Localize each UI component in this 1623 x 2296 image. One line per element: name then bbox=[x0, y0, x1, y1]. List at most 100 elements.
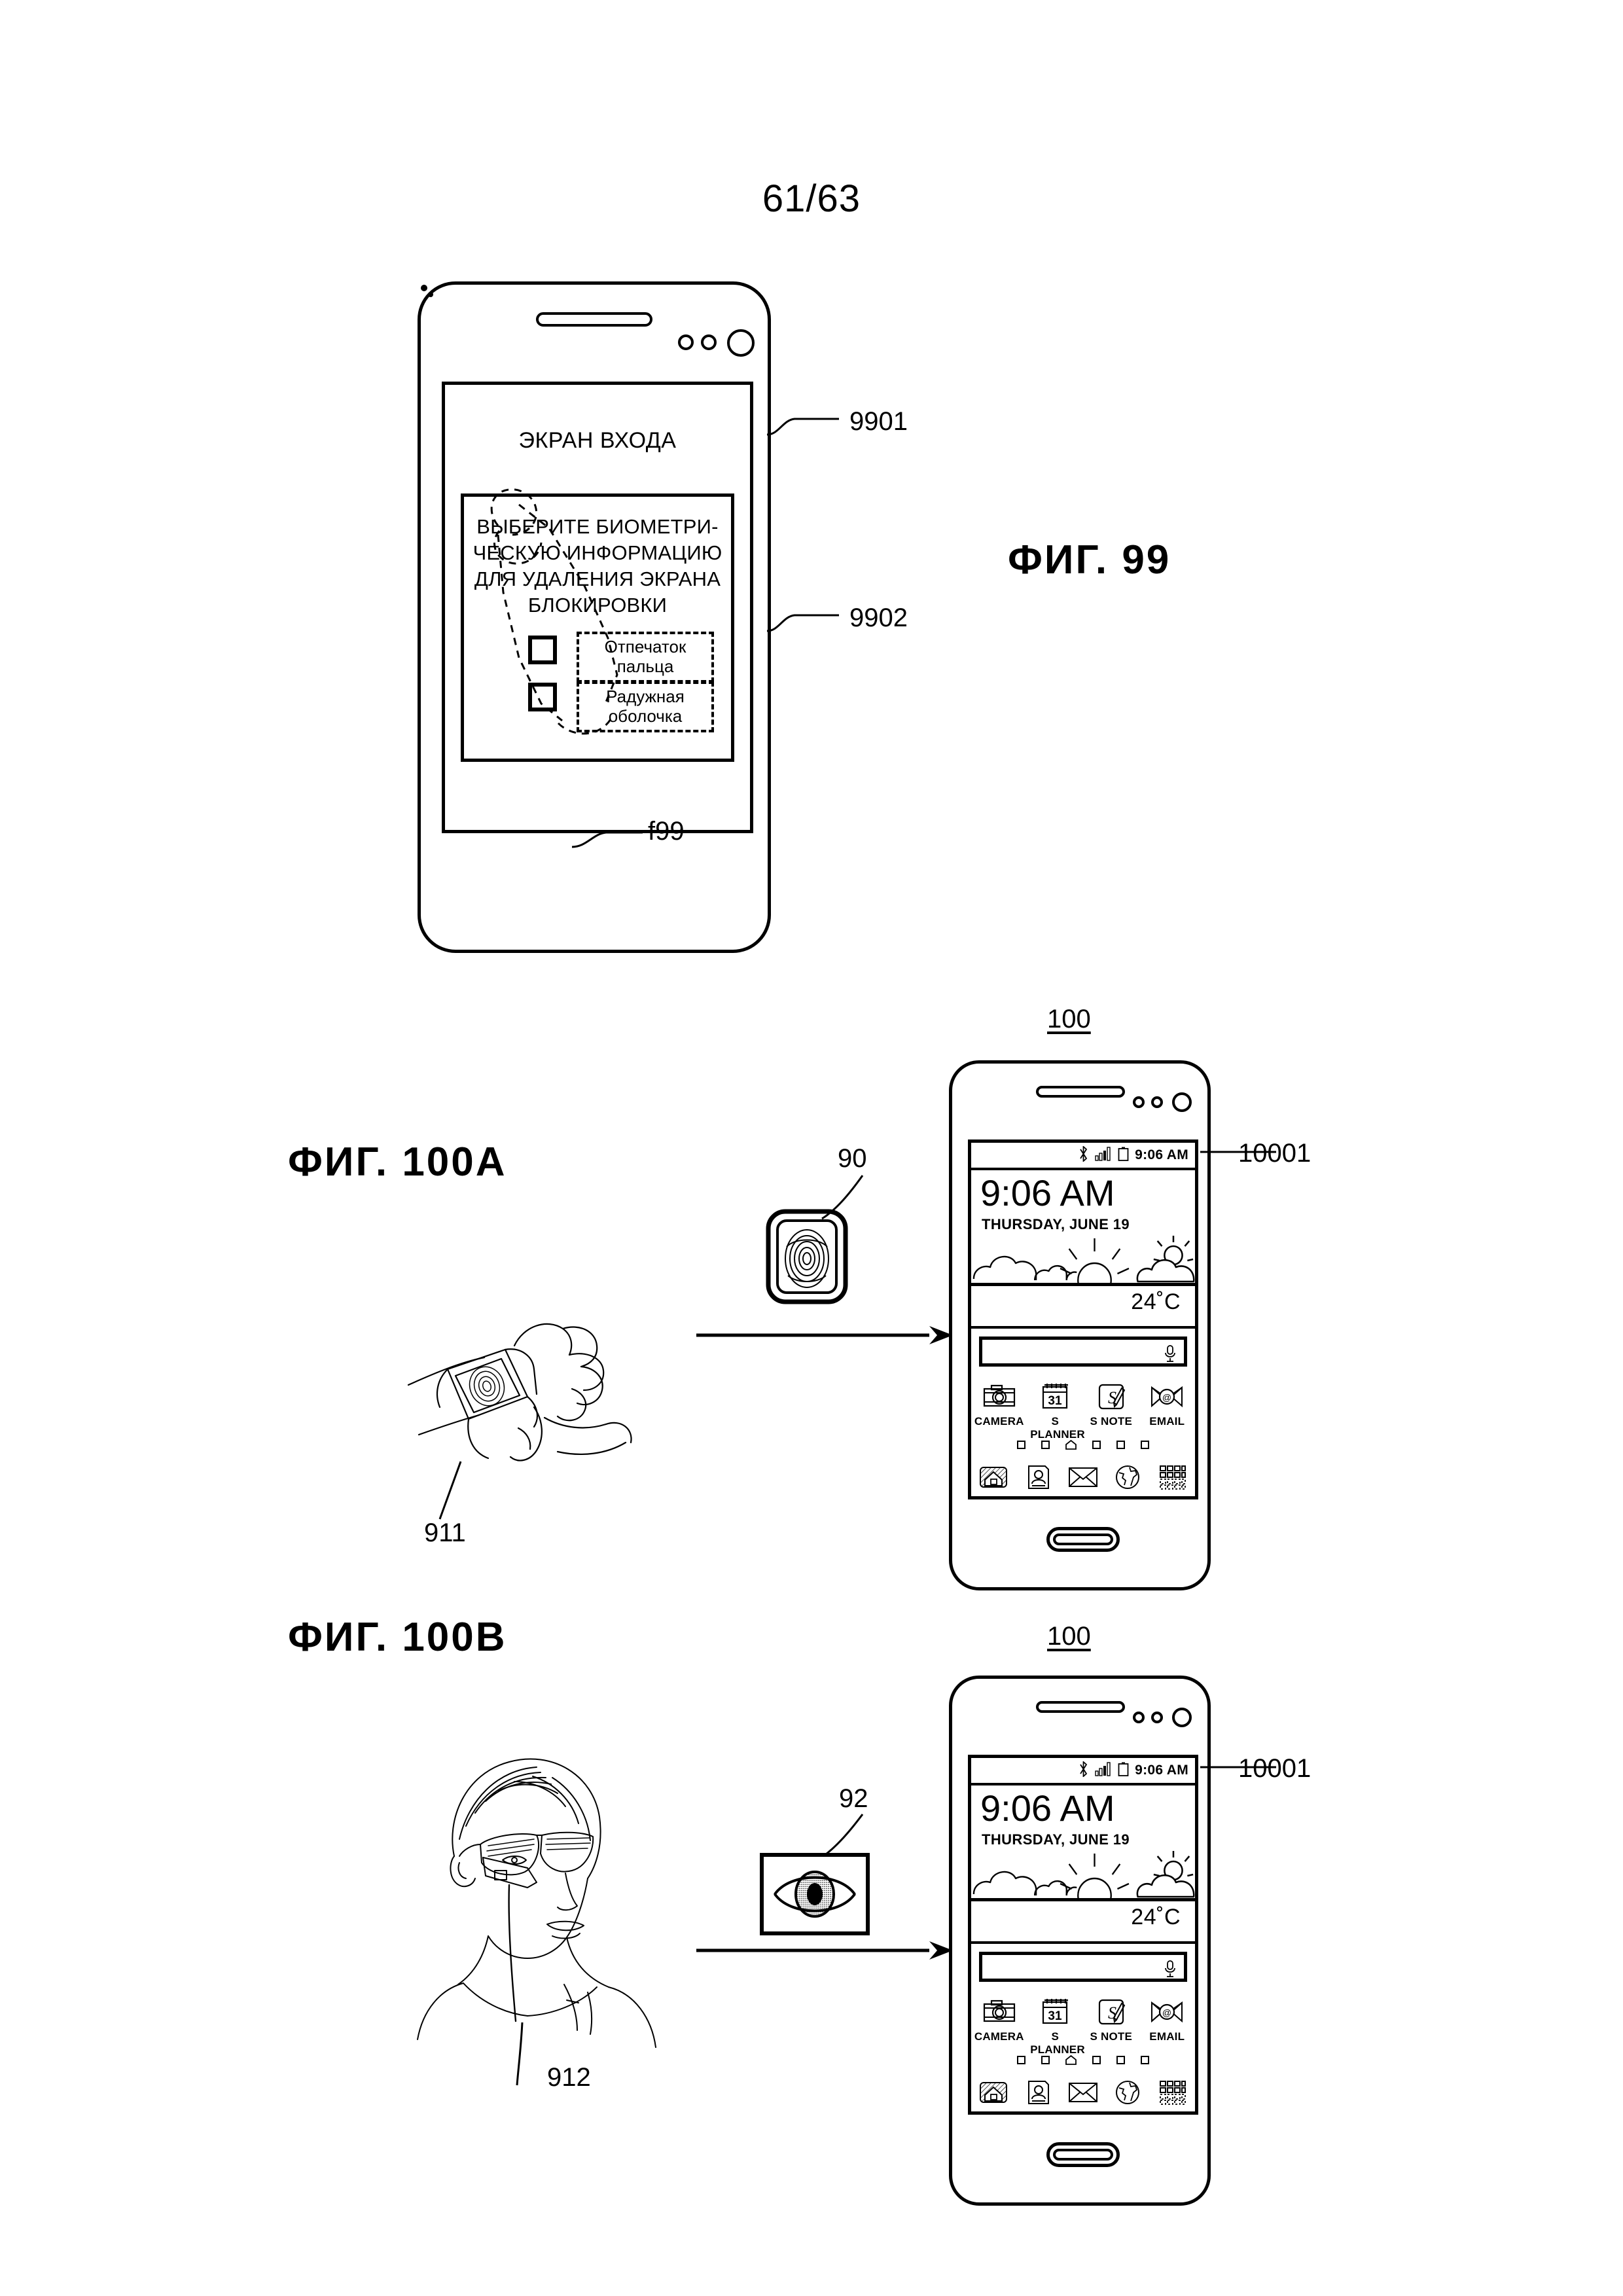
fig100a-phone-device: 9:06 AM 9:06 AM THURSDAY, JUNE 19 24˚C C… bbox=[949, 1060, 1211, 1590]
app-s-note[interactable]: S S NOTE bbox=[1086, 1380, 1136, 1428]
sun-behind-clouds-icon bbox=[972, 1236, 1195, 1283]
signal-bars-icon bbox=[1095, 1146, 1112, 1164]
lead-line-911 bbox=[438, 1461, 462, 1520]
app-camera-label: CAMERA bbox=[974, 1415, 1024, 1427]
app-email[interactable]: @ EMAIL bbox=[1142, 1995, 1192, 2043]
status-bar-clock: 9:06 AM bbox=[1135, 1147, 1188, 1162]
search-input[interactable] bbox=[979, 1336, 1187, 1367]
option-iris-line2: оболочка bbox=[608, 706, 683, 726]
ref-100-a: 100 bbox=[1047, 1005, 1091, 1033]
camera-icon bbox=[974, 1380, 1024, 1414]
smartwatch-on-wrist-illustration bbox=[407, 1323, 632, 1462]
page-dot[interactable] bbox=[1141, 2056, 1149, 2064]
app-camera[interactable]: CAMERA bbox=[974, 1380, 1024, 1428]
calendar-icon: 31 bbox=[1030, 1995, 1080, 2029]
light-sensor-icon bbox=[1151, 1712, 1163, 1723]
widget-date: THURSDAY, JUNE 19 bbox=[982, 1216, 1130, 1232]
home-page-dot-active[interactable] bbox=[1065, 1439, 1077, 1450]
app-shortcut-row: CAMERA 31 S PLANNER S S NOTE @ EMAIL bbox=[971, 1380, 1195, 1441]
front-camera-icon bbox=[727, 329, 755, 357]
ref-92: 92 bbox=[839, 1784, 868, 1813]
home-page-dot-active[interactable] bbox=[1065, 2054, 1077, 2065]
option-fingerprint[interactable]: Отпечаток пальца bbox=[577, 632, 714, 683]
svg-text:31: 31 bbox=[1048, 2009, 1063, 2023]
fingerprint-checkbox[interactable] bbox=[528, 636, 557, 664]
patent-drawing-sheet: 61/63 ФИГ. 99 ЭКРАН ВХОДА ВЫБЕРИТЕ БИОМЕ… bbox=[0, 0, 1623, 2296]
process-arrow-100a bbox=[696, 1326, 953, 1344]
svg-text:@: @ bbox=[1162, 1392, 1171, 1403]
messages-envelope-icon[interactable] bbox=[1064, 1462, 1102, 1492]
prompt-line-2: ЧЕСКУЮ ИНФОРМАЦИЮ bbox=[473, 541, 722, 564]
ref-9902: 9902 bbox=[849, 603, 908, 632]
ref-9901: 9901 bbox=[849, 407, 908, 436]
apps-grid-icon[interactable] bbox=[1154, 1462, 1192, 1492]
page-dot[interactable] bbox=[1092, 2056, 1101, 2064]
page-dot[interactable] bbox=[1017, 1441, 1026, 1449]
page-dot[interactable] bbox=[1017, 2056, 1026, 2064]
browser-globe-icon[interactable] bbox=[1109, 2077, 1147, 2108]
ref-100-b: 100 bbox=[1047, 1622, 1091, 1651]
ref-90: 90 bbox=[838, 1144, 867, 1173]
fig100a-home-screen: 9:06 AM 9:06 AM THURSDAY, JUNE 19 24˚C C… bbox=[968, 1139, 1198, 1499]
status-bar: 9:06 AM bbox=[971, 1758, 1195, 1785]
microphone-icon[interactable] bbox=[1164, 1960, 1176, 1981]
page-dot[interactable] bbox=[1092, 1441, 1101, 1449]
app-s-planner[interactable]: 31 S PLANNER bbox=[1030, 1995, 1085, 2056]
clock-weather-widget[interactable]: 9:06 AM THURSDAY, JUNE 19 24˚C bbox=[971, 1785, 1195, 1944]
app-s-note-label: S NOTE bbox=[1090, 1415, 1132, 1427]
app-s-note[interactable]: S S NOTE bbox=[1086, 1995, 1136, 2043]
battery-icon bbox=[1118, 1147, 1129, 1164]
home-phone-icon[interactable] bbox=[974, 1462, 1012, 1492]
proximity-sensor-icon bbox=[1133, 1712, 1145, 1723]
page-dot[interactable] bbox=[1041, 2056, 1050, 2064]
proximity-sensor-icon bbox=[678, 334, 694, 350]
option-iris[interactable]: Радужная оболочка bbox=[577, 681, 714, 732]
status-bar: 9:06 AM bbox=[971, 1143, 1195, 1170]
clock-weather-widget[interactable]: 9:06 AM THURSDAY, JUNE 19 24˚C bbox=[971, 1170, 1195, 1329]
home-phone-icon[interactable] bbox=[974, 2077, 1012, 2108]
app-email[interactable]: @ EMAIL bbox=[1142, 1380, 1192, 1428]
app-email-label: EMAIL bbox=[1149, 1415, 1185, 1427]
option-iris-line1: Радужная bbox=[606, 687, 685, 706]
app-s-planner-label: S PLANNER bbox=[1030, 1415, 1085, 1441]
figure-label-100a: ФИГ. 100А bbox=[288, 1139, 507, 1185]
option-fingerprint-line1: Отпечаток bbox=[604, 637, 687, 656]
widget-time: 9:06 AM bbox=[980, 1787, 1115, 1829]
page-dot[interactable] bbox=[1041, 1441, 1050, 1449]
s-note-pen-icon: S bbox=[1086, 1380, 1136, 1414]
app-s-planner[interactable]: 31 S PLANNER bbox=[1030, 1380, 1085, 1441]
figure-label-99: ФИГ. 99 bbox=[1008, 537, 1171, 583]
widget-divider bbox=[971, 1898, 1195, 1901]
login-screen-title: ЭКРАН ВХОДА bbox=[518, 428, 677, 453]
process-arrow-100b bbox=[696, 1941, 953, 1960]
contacts-icon[interactable] bbox=[1020, 1462, 1058, 1492]
status-bar-clock: 9:06 AM bbox=[1135, 1763, 1188, 1778]
messages-envelope-icon[interactable] bbox=[1064, 2077, 1102, 2108]
fig99-home-button[interactable] bbox=[421, 285, 433, 297]
ref-912: 912 bbox=[547, 2063, 591, 2092]
widget-divider-lower bbox=[971, 1941, 1195, 1944]
browser-globe-icon[interactable] bbox=[1109, 1462, 1147, 1492]
option-fingerprint-line2: пальца bbox=[616, 656, 674, 676]
home-page-indicator bbox=[971, 1439, 1195, 1450]
lead-line-912 bbox=[516, 2022, 524, 2086]
page-dot[interactable] bbox=[1141, 1441, 1149, 1449]
home-page-indicator bbox=[971, 2054, 1195, 2065]
prompt-line-3: ДЛЯ УДАЛЕНИЯ ЭКРАНА bbox=[474, 567, 721, 590]
iris-checkbox[interactable] bbox=[528, 683, 557, 711]
widget-time: 9:06 AM bbox=[980, 1172, 1115, 1213]
biometric-option-list: Отпечаток пальца Радужная оболочка bbox=[577, 632, 714, 732]
fig100b-home-screen: 9:06 AM 9:06 AM THURSDAY, JUNE 19 24˚C C… bbox=[968, 1755, 1198, 2115]
fig100a-home-button[interactable] bbox=[1046, 1527, 1120, 1552]
fig100b-home-button[interactable] bbox=[1046, 2142, 1120, 2167]
contacts-icon[interactable] bbox=[1020, 2077, 1058, 2108]
app-camera[interactable]: CAMERA bbox=[974, 1995, 1024, 2043]
widget-date: THURSDAY, JUNE 19 bbox=[982, 1831, 1130, 1848]
microphone-icon[interactable] bbox=[1164, 1344, 1176, 1366]
page-dot[interactable] bbox=[1116, 1441, 1125, 1449]
search-input[interactable] bbox=[979, 1952, 1187, 1982]
page-dot[interactable] bbox=[1116, 2056, 1125, 2064]
apps-grid-icon[interactable] bbox=[1154, 2077, 1192, 2108]
sun-behind-clouds-icon bbox=[972, 1851, 1195, 1898]
email-at-icon: @ bbox=[1142, 1995, 1192, 2029]
